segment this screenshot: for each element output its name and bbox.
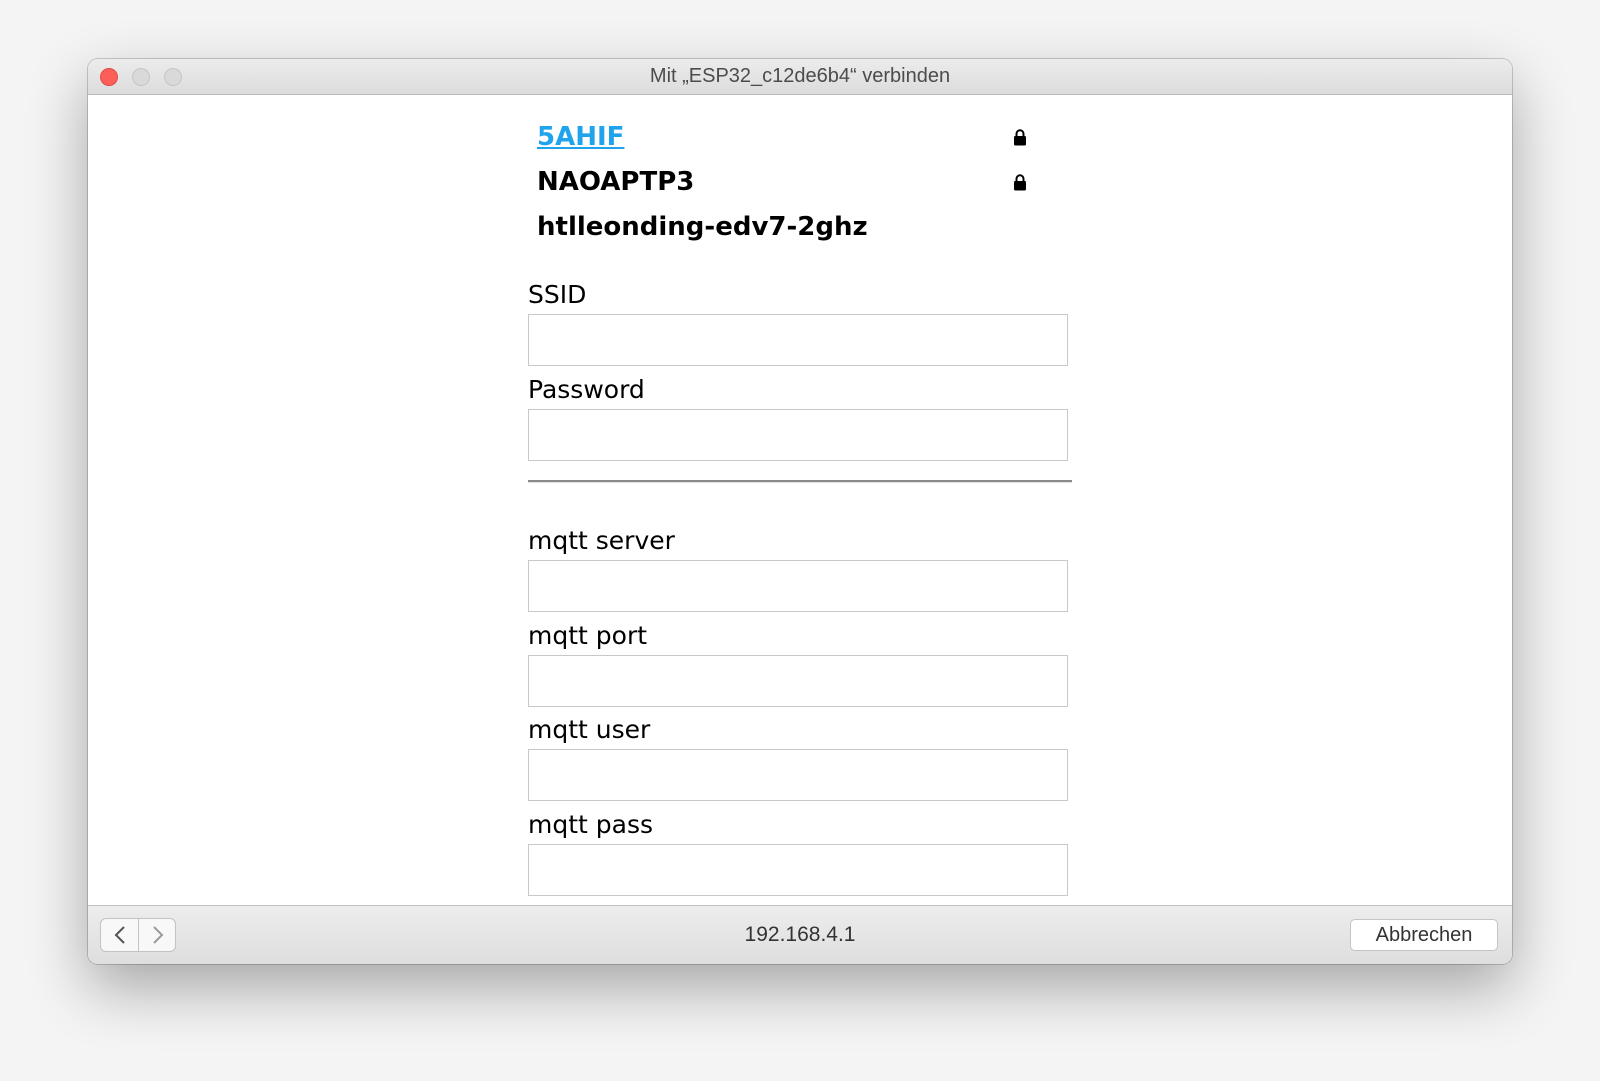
mqtt-pass-input[interactable] [528, 844, 1068, 896]
mqtt-server-input[interactable] [528, 560, 1068, 612]
ssid-label: SSID [528, 280, 587, 309]
section-divider [528, 480, 1072, 483]
lock-icon [1014, 174, 1026, 191]
network-item-naoaptp3[interactable]: NAOAPTP3 [537, 162, 1026, 202]
bottom-toolbar: 192.168.4.1 Abbrechen [88, 905, 1512, 964]
network-item-htlleonding[interactable]: htlleonding-edv7-2ghz [537, 207, 1017, 247]
title-bar: Mit „ESP32_c12de6b4“ verbinden [88, 59, 1512, 95]
lock-icon [1014, 129, 1026, 146]
captive-portal-window: Mit „ESP32_c12de6b4“ verbinden 5AHIF NAO… [88, 59, 1512, 964]
cancel-button[interactable]: Abbrechen [1350, 919, 1498, 951]
password-label: Password [528, 375, 645, 404]
network-link-5ahif[interactable]: 5AHIF [537, 122, 624, 152]
window-title: Mit „ESP32_c12de6b4“ verbinden [649, 65, 951, 87]
mqtt-port-label: mqtt port [528, 621, 648, 650]
network-name-naoaptp3[interactable]: NAOAPTP3 [537, 167, 694, 197]
ssid-input[interactable] [528, 314, 1068, 366]
mqtt-user-label: mqtt user [528, 715, 651, 744]
password-input[interactable] [528, 409, 1068, 461]
mqtt-server-label: mqtt server [528, 526, 675, 555]
mqtt-pass-label: mqtt pass [528, 810, 654, 839]
mqtt-user-input[interactable] [528, 749, 1068, 801]
network-name-htlleonding[interactable]: htlleonding-edv7-2ghz [537, 212, 868, 242]
network-item-5ahif[interactable]: 5AHIF [537, 117, 1026, 157]
mqtt-port-input[interactable] [528, 655, 1068, 707]
web-content: 5AHIF NAOAPTP3 htlleonding-edv7-2ghz SSI… [88, 95, 1512, 963]
url-display: 192.168.4.1 [744, 923, 856, 946]
